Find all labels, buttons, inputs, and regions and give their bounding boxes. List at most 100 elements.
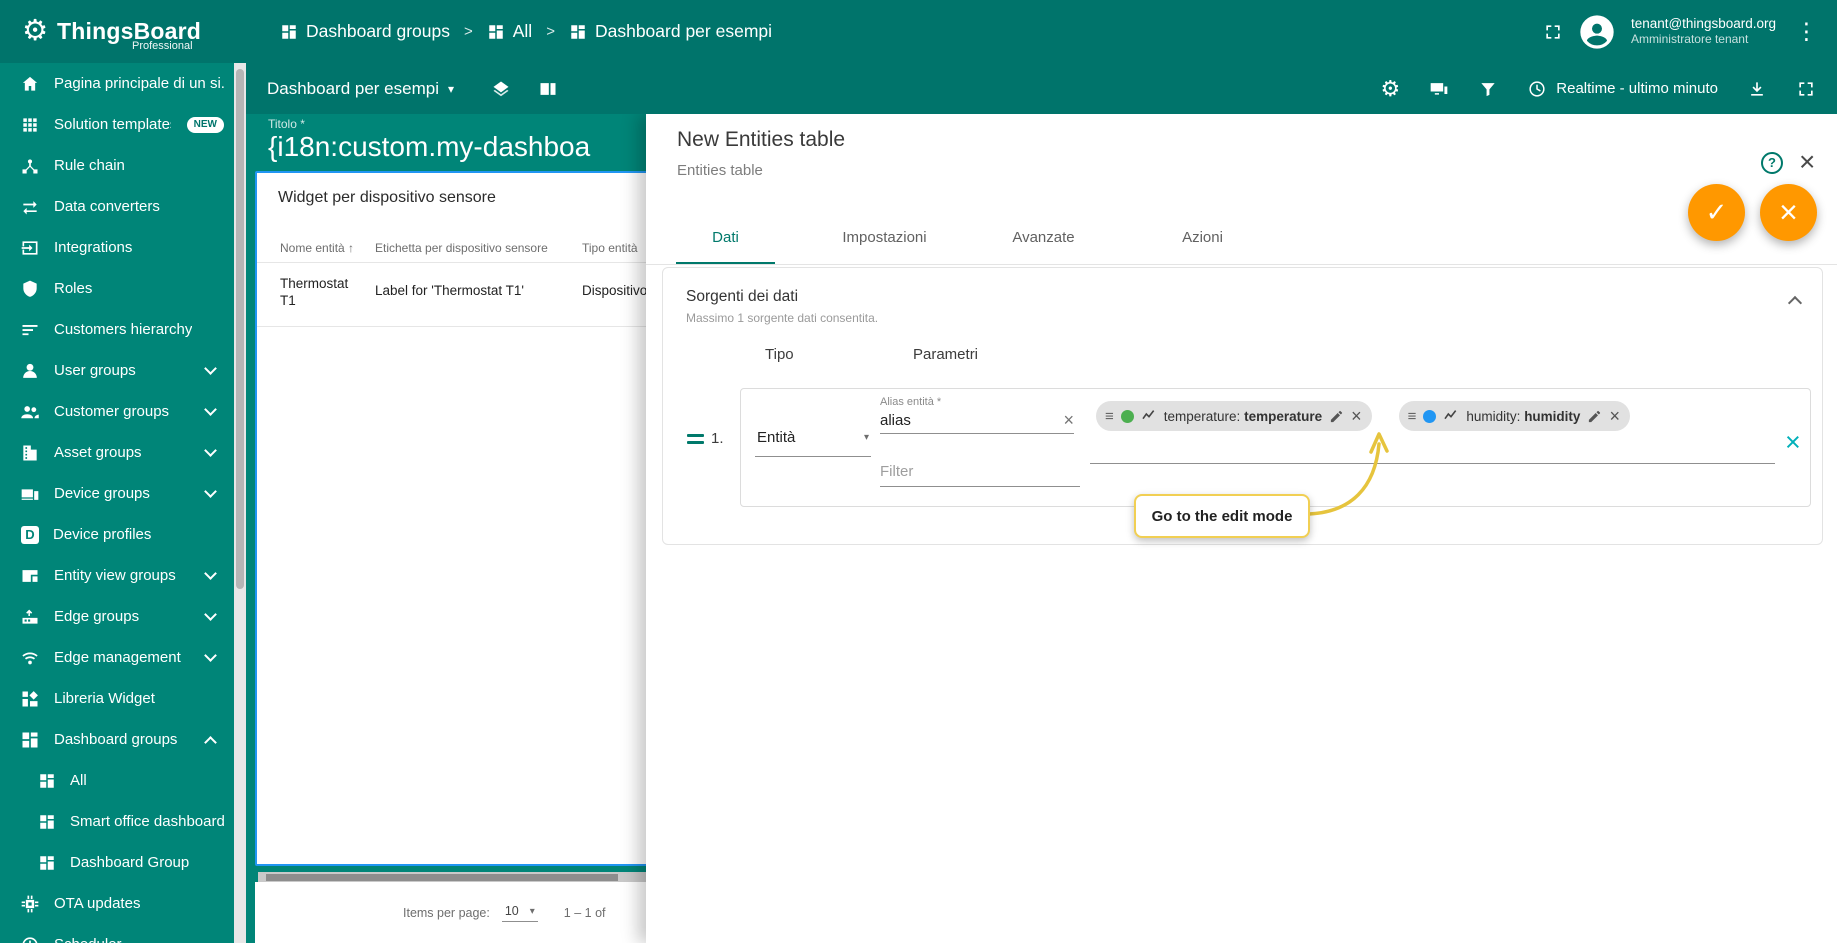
datasource-index: 1. xyxy=(711,430,724,447)
thingsboard-logo-icon: ⚙ xyxy=(22,15,48,47)
drag-handle-icon[interactable]: ≡ xyxy=(1105,408,1114,425)
sidebar-item-customers-hierarchy[interactable]: Customers hierarchy xyxy=(0,309,234,350)
dashboard-settings-icon[interactable]: ⚙ xyxy=(1381,77,1401,100)
drag-handle-icon[interactable]: ≡ xyxy=(1408,408,1417,425)
apply-changes-fab[interactable]: ✓ xyxy=(1688,184,1745,241)
sidebar-item-widget-library[interactable]: Libreria Widget xyxy=(0,678,234,719)
sidebar-item-data-converters[interactable]: Data converters xyxy=(0,186,234,227)
sidebar-scrollbar-thumb[interactable] xyxy=(236,69,244,589)
new-badge: NEW xyxy=(186,116,224,133)
sidebar-item-device-profiles[interactable]: D Device profiles xyxy=(0,514,234,555)
sidebar-item-user-groups[interactable]: User groups xyxy=(0,350,234,391)
transform-icon xyxy=(23,200,37,214)
layout-columns-icon[interactable] xyxy=(538,79,558,99)
timeseries-icon xyxy=(1444,410,1457,420)
sidebar-item-solution-templates[interactable]: Solution templates NEW xyxy=(0,104,234,145)
key-label: temperature: temperature xyxy=(1163,408,1323,424)
clear-icon[interactable]: × xyxy=(1059,411,1074,429)
sidebar-item-smart-office-dashboards[interactable]: Smart office dashboards xyxy=(0,801,234,842)
edit-pencil-icon[interactable] xyxy=(1329,409,1344,424)
key-color-dot xyxy=(1423,409,1437,423)
dashboard-title-button[interactable]: Dashboard per esempi ▾ xyxy=(267,79,454,99)
breadcrumb-all[interactable]: All xyxy=(487,21,532,42)
user-info[interactable]: tenant@thingsboard.org Amministratore te… xyxy=(1631,15,1776,48)
filter-icon[interactable] xyxy=(1478,79,1498,99)
sidebar-item-customer-groups[interactable]: Customer groups xyxy=(0,391,234,432)
horizontal-scrollbar-thumb[interactable] xyxy=(266,873,618,881)
caret-down-icon: ▾ xyxy=(529,905,535,917)
tab-dati[interactable]: Dati xyxy=(646,211,805,264)
sidebar-scrollbar[interactable] xyxy=(234,63,246,943)
dashboard-group-icon xyxy=(282,24,296,39)
router-icon xyxy=(22,609,38,624)
close-icon[interactable]: × xyxy=(1799,146,1815,178)
tab-azioni[interactable]: Azioni xyxy=(1123,211,1282,264)
dashboard-title-field[interactable]: {i18n:custom.my-dashboa xyxy=(268,131,590,163)
breadcrumb-label: Dashboard groups xyxy=(306,21,450,41)
sidebar-item-dashboard-groups[interactable]: Dashboard groups xyxy=(0,719,234,760)
collapse-chevron-icon[interactable] xyxy=(1787,295,1803,311)
data-key-chip-temperature[interactable]: ≡ temperature: temperature × xyxy=(1096,401,1372,431)
datasource-type-select[interactable]: Entità ▾ xyxy=(755,429,871,457)
sidebar-item-edge-management[interactable]: Edge management xyxy=(0,637,234,678)
dashboard-group-icon xyxy=(40,814,54,829)
cell-entity-type[interactable]: Dispositivo xyxy=(582,283,647,298)
chevron-down-icon xyxy=(204,403,217,416)
sidebar-item-scheduler[interactable]: Scheduler xyxy=(0,924,234,943)
breadcrumb-current-dashboard[interactable]: Dashboard per esempi xyxy=(569,21,772,42)
sidebar-item-entity-view-groups[interactable]: Entity view groups xyxy=(0,555,234,596)
cancel-changes-fab[interactable]: × xyxy=(1760,184,1817,241)
more-menu-icon[interactable]: ⋮ xyxy=(1790,18,1823,45)
tab-impostazioni[interactable]: Impostazioni xyxy=(805,211,964,264)
edit-pencil-icon[interactable] xyxy=(1587,409,1602,424)
sidebar-item-edge-groups[interactable]: Edge groups xyxy=(0,596,234,637)
sidebar-item-ota-updates[interactable]: OTA updates xyxy=(0,883,234,924)
horizontal-scrollbar[interactable] xyxy=(258,872,646,882)
column-header-entity-type[interactable]: Tipo entità xyxy=(582,241,638,255)
fullscreen-icon[interactable] xyxy=(1796,79,1816,99)
home-icon xyxy=(22,76,38,91)
remove-datasource-icon[interactable]: × xyxy=(1785,429,1801,456)
sidebar-item-rule-chain[interactable]: Rule chain xyxy=(0,145,234,186)
filter-input[interactable] xyxy=(880,463,1080,480)
tab-avanzate[interactable]: Avanzate xyxy=(964,211,1123,264)
layers-icon[interactable] xyxy=(491,79,511,99)
brand-edition: Professional xyxy=(132,40,193,52)
help-icon[interactable]: ? xyxy=(1761,152,1783,174)
sidebar-item-home[interactable]: Pagina principale di un si... xyxy=(0,63,234,104)
remove-key-icon[interactable]: × xyxy=(1609,407,1620,425)
datasources-title: Sorgenti dei dati xyxy=(686,288,799,305)
column-header-label[interactable]: Etichetta per dispositivo sensore xyxy=(375,241,548,255)
remove-key-icon[interactable]: × xyxy=(1351,407,1362,425)
sidebar-item-device-groups[interactable]: Device groups xyxy=(0,473,234,514)
dashboard-title-label: Dashboard per esempi xyxy=(267,78,439,98)
sidebar-item-roles[interactable]: Roles xyxy=(0,268,234,309)
edit-mode-hint-tooltip: Go to the edit mode xyxy=(1134,494,1310,538)
building-icon xyxy=(23,445,37,460)
sidebar-item-dashboard-group[interactable]: Dashboard Group xyxy=(0,842,234,883)
datasource-type-value: Entità xyxy=(757,429,796,446)
column-header-entity-name[interactable]: Nome entità ↑ xyxy=(280,241,354,255)
fullscreen-icon[interactable] xyxy=(1543,22,1563,42)
manage-layouts-icon[interactable] xyxy=(1429,79,1449,99)
sidebar-item-all-dashboards[interactable]: All xyxy=(0,760,234,801)
cell-entity-name[interactable]: Thermostat T1 xyxy=(280,275,362,309)
chevron-down-icon xyxy=(204,362,217,375)
sidebar-item-asset-groups[interactable]: Asset groups xyxy=(0,432,234,473)
download-icon[interactable] xyxy=(1747,79,1767,99)
page-size-select[interactable]: 10 ▾ xyxy=(501,904,538,922)
brand-logo[interactable]: ⚙ ThingsBoard Professional xyxy=(0,0,234,63)
timewindow-button[interactable]: Realtime - ultimo minuto xyxy=(1527,79,1718,99)
data-keys-input[interactable]: ≡ temperature: temperature × ≡ humidity:… xyxy=(1090,389,1775,464)
data-key-chip-humidity[interactable]: ≡ humidity: humidity × xyxy=(1398,401,1630,431)
cell-entity-label[interactable]: Label for 'Thermostat T1' xyxy=(375,283,524,298)
breadcrumb-separator: > xyxy=(463,23,473,40)
drag-handle-icon[interactable] xyxy=(687,434,704,448)
widget-title: Widget per dispositivo sensore xyxy=(278,189,496,206)
datasource-params-column: Parametri xyxy=(913,346,979,363)
devices-icon xyxy=(21,488,39,500)
avatar[interactable] xyxy=(1577,12,1617,52)
breadcrumb-dashboard-groups[interactable]: Dashboard groups xyxy=(280,21,450,42)
sidebar-item-integrations[interactable]: Integrations xyxy=(0,227,234,268)
entity-alias-input[interactable] xyxy=(880,411,1060,429)
